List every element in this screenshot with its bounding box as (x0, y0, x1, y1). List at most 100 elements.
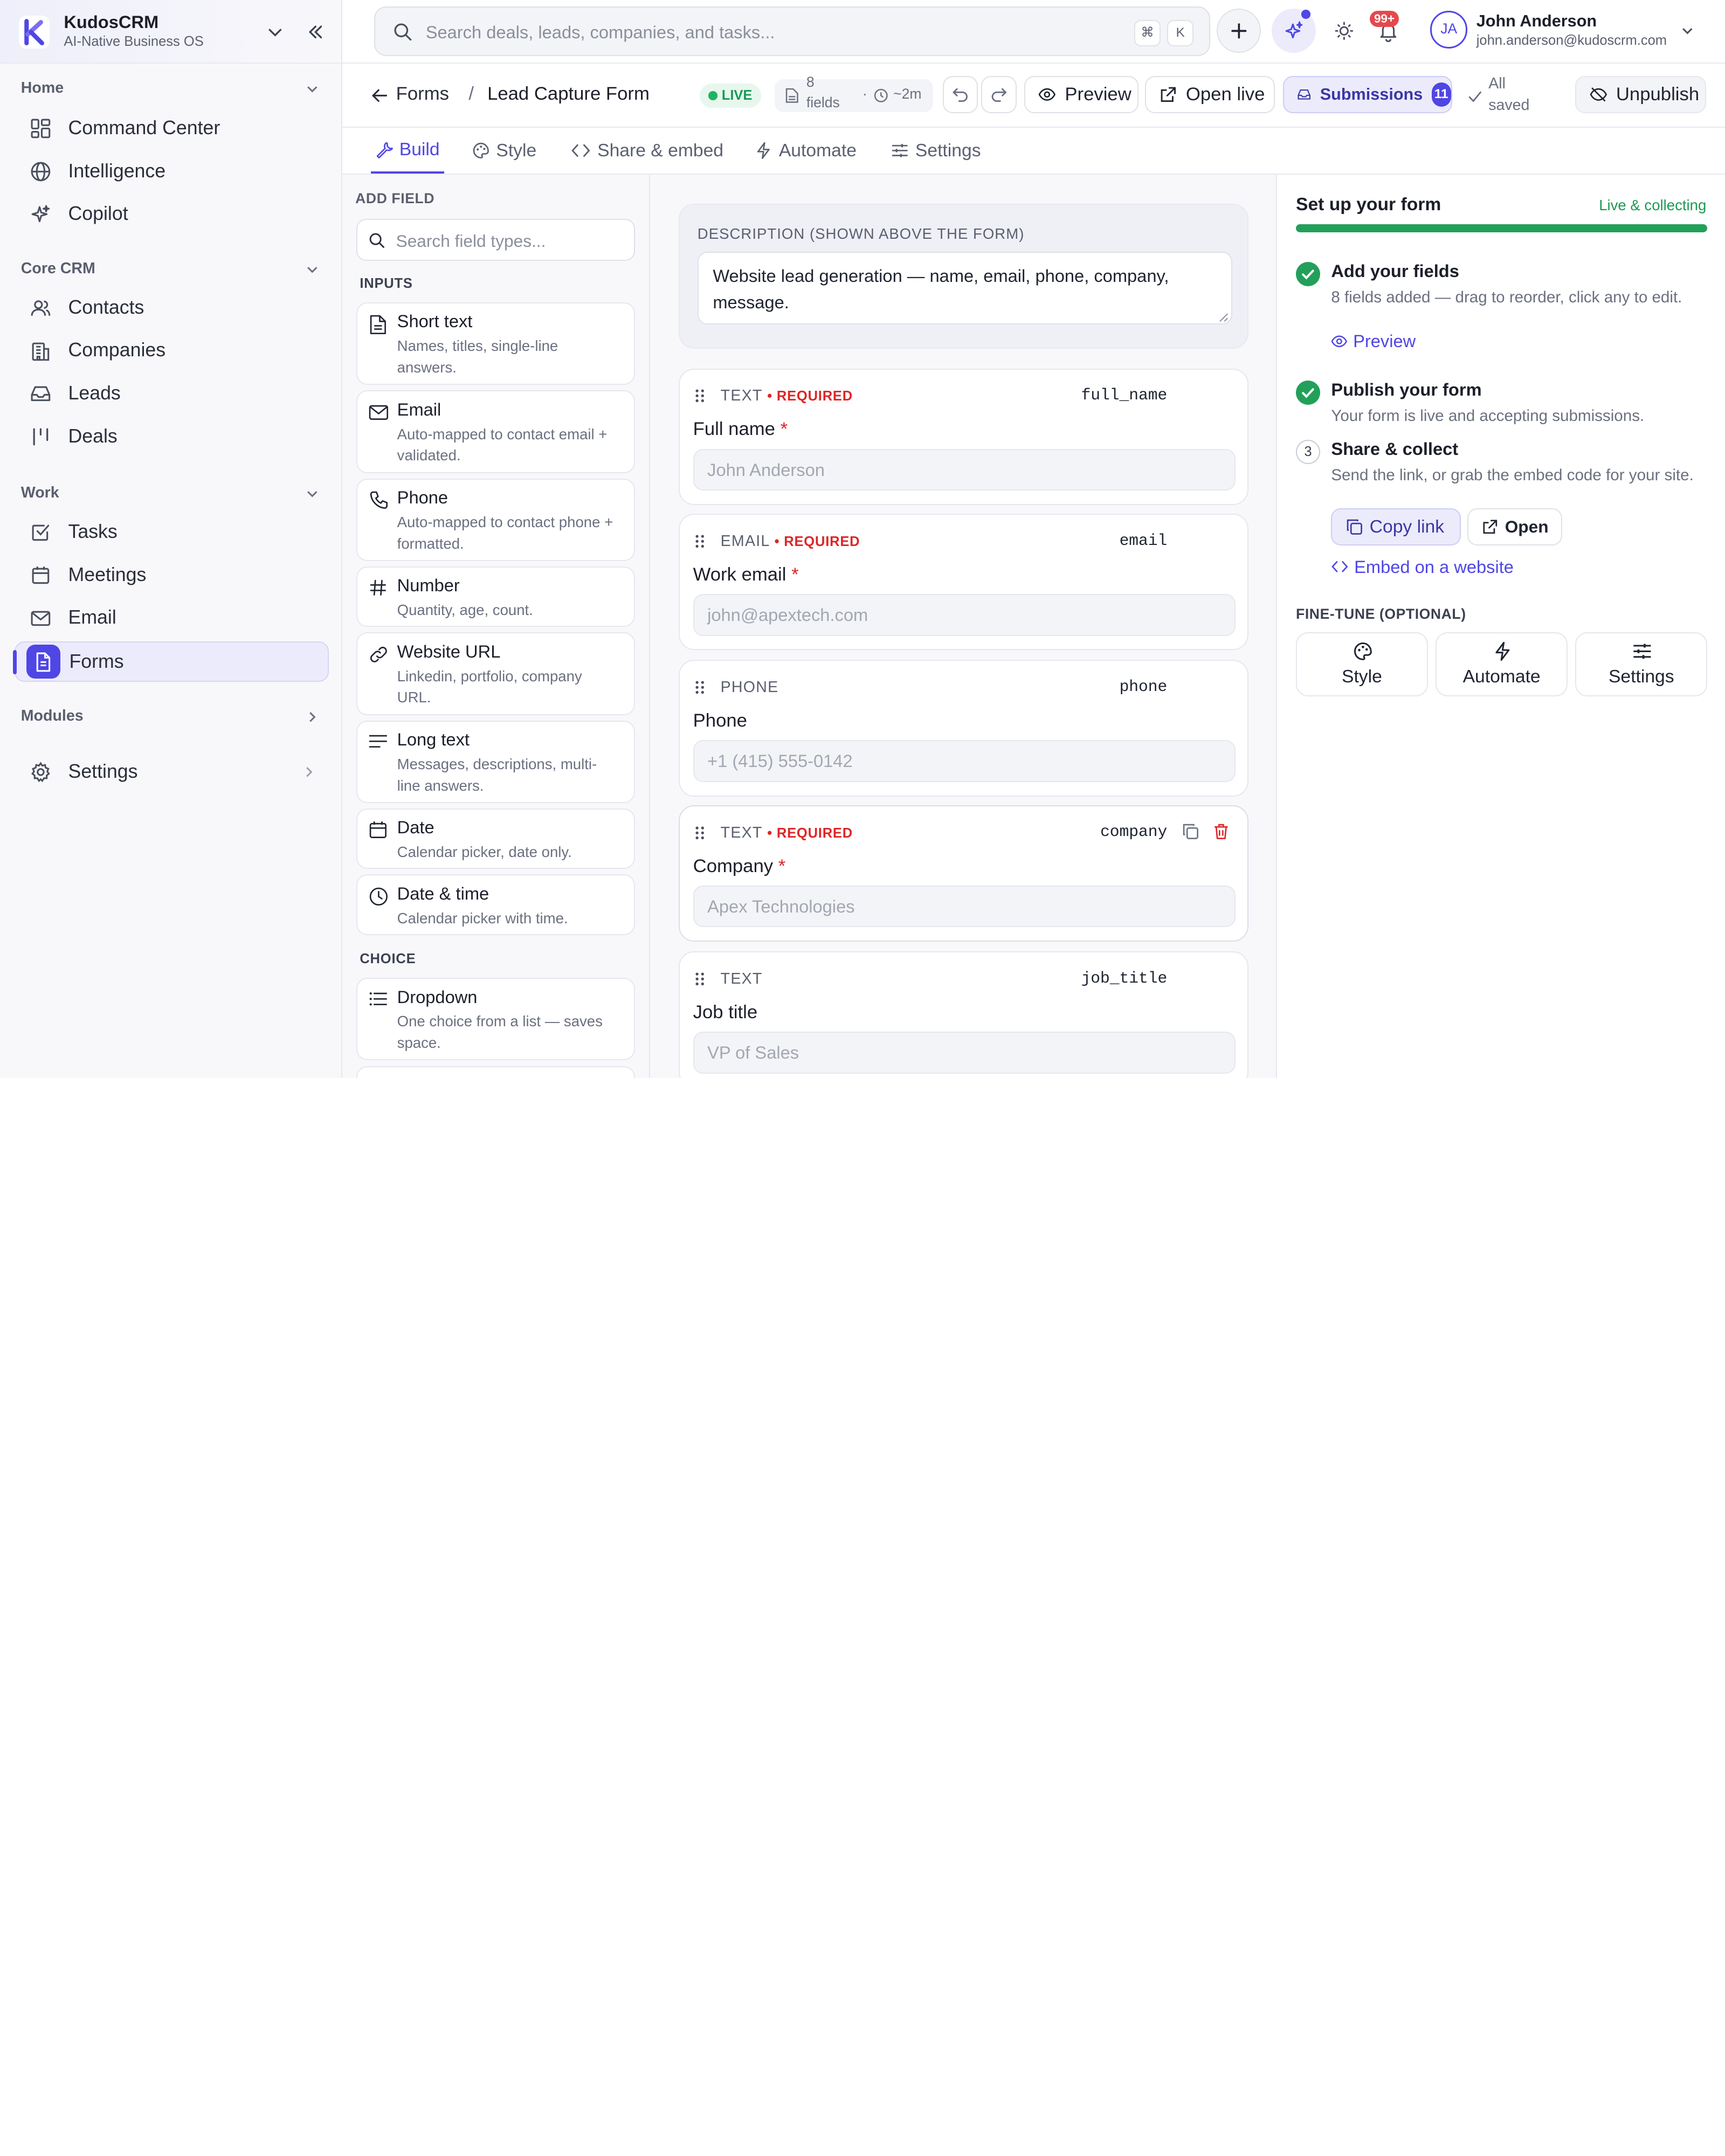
step-title: Share & collect (1331, 439, 1458, 459)
open-live-button[interactable]: Open live (1145, 76, 1275, 113)
field-type-date[interactable]: Date Calendar picker, date only. (356, 808, 634, 869)
theme-toggle-button[interactable] (1322, 9, 1367, 53)
field-input-preview[interactable]: +1 (415) 555-0142 (693, 740, 1236, 782)
chevron-down-icon[interactable] (305, 486, 320, 502)
preview-button[interactable]: Preview (1024, 76, 1138, 113)
undo-button[interactable] (943, 76, 978, 113)
field-type-email[interactable]: Email Auto-mapped to contact email + val… (356, 390, 634, 473)
sidebar-item-deals[interactable]: Deals (15, 416, 329, 457)
preview-label: Preview (1065, 84, 1131, 105)
section-modules[interactable]: Modules (21, 707, 84, 725)
form-field-company[interactable]: TEXT • REQUIRED company Company * Apex T… (679, 805, 1248, 942)
preview-link[interactable]: Preview (1331, 331, 1416, 351)
field-type-desc: One choice from a list — saves space. (397, 1011, 617, 1054)
field-label-text: Full name (693, 419, 775, 439)
field-type-phone[interactable]: Phone Auto-mapped to contact phone + for… (356, 479, 634, 561)
submissions-button[interactable]: Submissions 11 (1283, 76, 1452, 113)
drag-handle-icon[interactable] (694, 971, 705, 987)
duplicate-icon[interactable] (1182, 823, 1199, 840)
global-search[interactable]: Search deals, leads, companies, and task… (374, 6, 1210, 56)
sidebar-item-copilot[interactable]: Copilot (15, 194, 329, 234)
field-type-website-url[interactable]: Website URL Linkedin, portfolio, company… (356, 632, 634, 715)
open-live-label: Open live (1186, 84, 1265, 105)
description-textarea[interactable]: Website lead generation — name, email, p… (698, 252, 1232, 324)
ai-assistant-button[interactable] (1272, 9, 1316, 53)
shortcut-cmd-key: ⌘ (1134, 20, 1161, 46)
form-field-email[interactable]: EMAIL • REQUIRED email Work email * john… (679, 514, 1248, 650)
section-core-crm[interactable]: Core CRM (21, 260, 95, 278)
resize-handle-icon[interactable] (1219, 313, 1229, 322)
field-input-preview[interactable]: john@apextech.com (693, 594, 1236, 636)
drag-handle-icon[interactable] (694, 534, 705, 549)
sidebar-item-leads[interactable]: Leads (15, 373, 329, 414)
finetune-automate-button[interactable]: Automate (1436, 632, 1568, 696)
check-square-icon (30, 521, 52, 543)
field-type-long-text[interactable]: Long text Messages, descriptions, multi-… (356, 721, 634, 803)
form-title[interactable]: Lead Capture Form (487, 84, 650, 105)
copy-link-button[interactable]: Copy link (1331, 508, 1461, 545)
field-type-desc: Messages, descriptions, multi-line answe… (397, 754, 617, 797)
tab-style[interactable]: Style (472, 128, 537, 174)
field-type-dropdown[interactable]: Dropdown One choice from a list — saves … (356, 978, 634, 1060)
breadcrumb-forms[interactable]: Forms (396, 84, 449, 105)
delete-icon[interactable] (1212, 823, 1230, 840)
sidebar-item-contacts[interactable]: Contacts (15, 287, 329, 328)
sidebar-item-settings[interactable]: Settings (15, 751, 329, 792)
sidebar-item-tasks[interactable]: Tasks (15, 512, 329, 552)
finetune-settings-button[interactable]: Settings (1575, 632, 1707, 696)
field-type-next-partial[interactable] (356, 1066, 634, 1078)
sidebar-item-intelligence[interactable]: Intelligence (15, 151, 329, 192)
clock-icon (873, 88, 889, 103)
document-icon (369, 315, 388, 335)
field-search-placeholder: Search field types... (396, 231, 546, 251)
field-type-desc: Names, titles, single-line answers. (397, 335, 617, 378)
notifications-button[interactable]: 99+ (1367, 9, 1411, 53)
chevron-down-icon[interactable] (305, 81, 320, 97)
chevron-down-icon[interactable] (305, 262, 320, 278)
field-type-title: Dropdown (397, 987, 478, 1007)
unpublish-button[interactable]: Unpublish (1575, 76, 1706, 113)
redo-button[interactable] (981, 76, 1016, 113)
drag-handle-icon[interactable] (694, 825, 705, 841)
tab-settings[interactable]: Settings (891, 128, 981, 174)
section-home[interactable]: Home (21, 79, 64, 97)
step-complete-badge (1296, 262, 1320, 286)
tab-share-embed[interactable]: Share & embed (571, 128, 723, 174)
field-type-date-time[interactable]: Date & time Calendar picker with time. (356, 874, 634, 935)
form-field-full-name[interactable]: TEXT • REQUIRED full_name Full name * Jo… (679, 369, 1248, 505)
arrow-left-icon[interactable] (371, 87, 389, 105)
collapse-sidebar-icon[interactable] (306, 22, 326, 42)
app-window: KudosCRM AI-Native Business OS Home Comm… (0, 0, 1725, 1078)
form-icon (32, 651, 54, 673)
open-label: Open (1505, 517, 1549, 537)
sidebar-item-command-center[interactable]: Command Center (15, 108, 329, 149)
chevron-right-icon[interactable] (305, 709, 320, 725)
field-input-preview[interactable]: VP of Sales (693, 1032, 1236, 1074)
sidebar-item-meetings[interactable]: Meetings (15, 555, 329, 596)
step-title: Add your fields (1331, 261, 1459, 281)
chevron-down-icon[interactable] (266, 23, 284, 41)
field-input-preview[interactable]: Apex Technologies (693, 886, 1236, 928)
finetune-style-button[interactable]: Style (1296, 632, 1428, 696)
tab-build[interactable]: Build (371, 128, 444, 174)
tab-automate[interactable]: Automate (755, 128, 857, 174)
open-form-button[interactable]: Open (1467, 508, 1562, 545)
field-type-search[interactable]: Search field types... (356, 219, 634, 261)
form-field-job-title[interactable]: TEXT job_title Job title VP of Sales (679, 951, 1248, 1078)
section-work[interactable]: Work (21, 484, 59, 502)
drag-handle-icon[interactable] (694, 680, 705, 695)
user-name[interactable]: John Anderson (1476, 12, 1597, 31)
create-button[interactable] (1217, 9, 1261, 53)
sidebar-item-companies[interactable]: Companies (15, 330, 329, 371)
sidebar-item-email[interactable]: Email (15, 597, 329, 638)
workspace-switcher[interactable]: KudosCRM AI-Native Business OS (0, 0, 341, 64)
field-input-preview[interactable]: John Anderson (693, 449, 1236, 491)
chevron-down-icon[interactable] (1680, 23, 1695, 39)
user-avatar[interactable]: JA (1430, 11, 1467, 48)
field-type-number[interactable]: Number Quantity, age, count. (356, 566, 634, 627)
drag-handle-icon[interactable] (694, 388, 705, 404)
embed-link[interactable]: Embed on a website (1331, 557, 1514, 577)
field-type-short-text[interactable]: Short text Names, titles, single-line an… (356, 302, 634, 385)
form-field-phone[interactable]: PHONE phone Phone +1 (415) 555-0142 (679, 660, 1248, 796)
sidebar-item-forms[interactable]: Forms (15, 641, 329, 682)
